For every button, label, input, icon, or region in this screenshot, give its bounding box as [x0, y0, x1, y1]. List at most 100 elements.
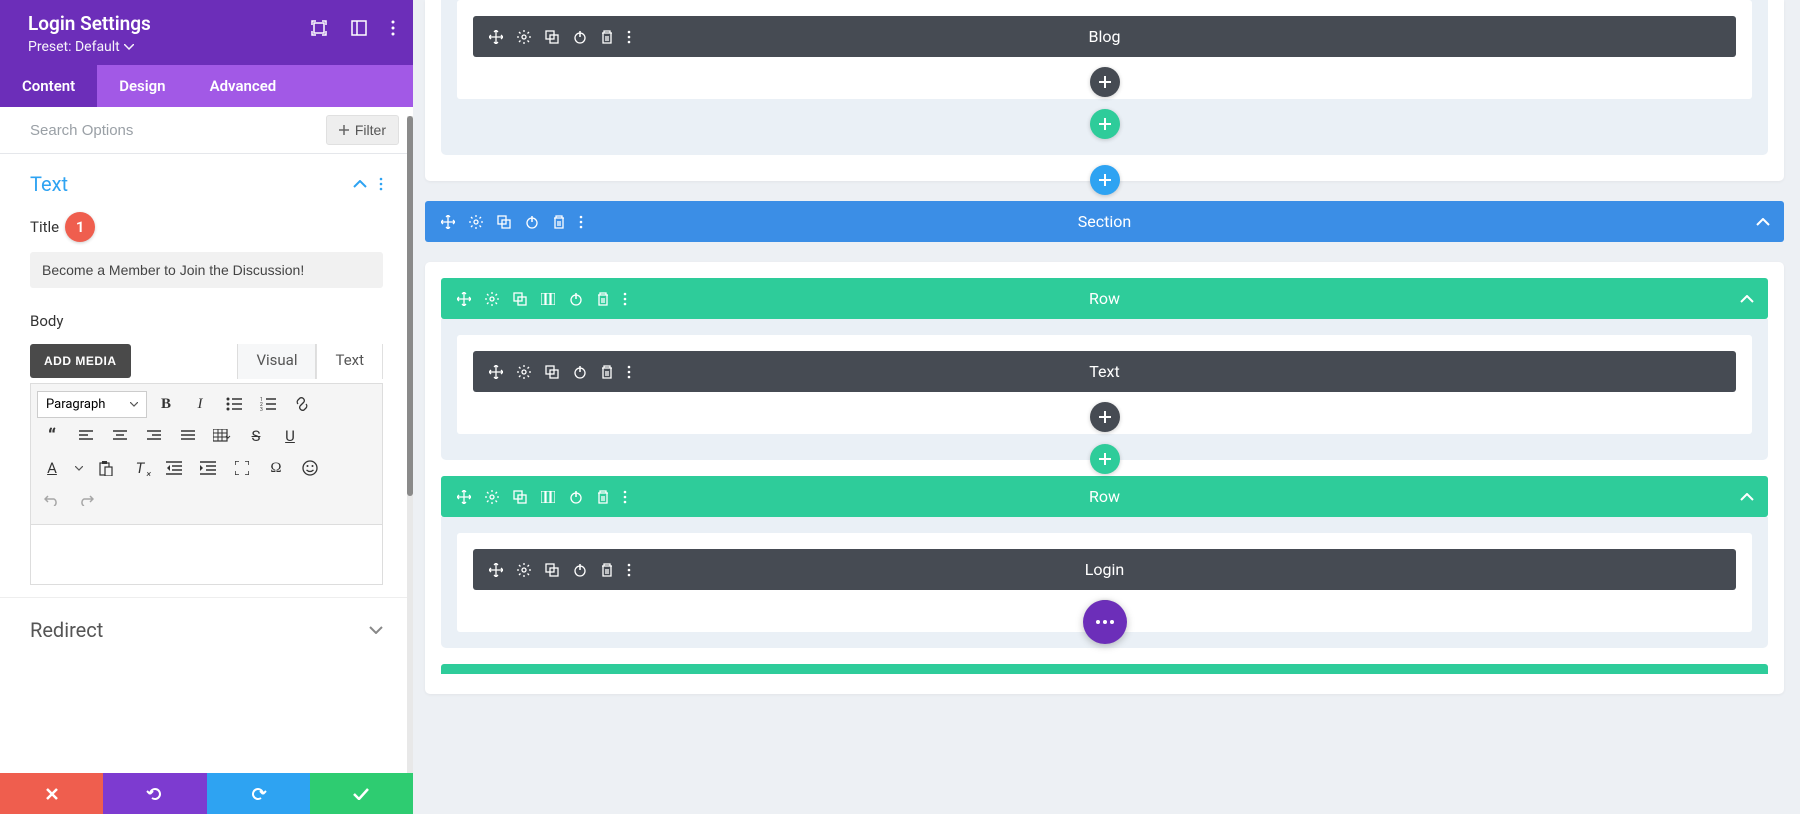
kebab-icon[interactable] — [627, 30, 631, 44]
outdent-icon[interactable] — [159, 454, 189, 482]
gear-icon[interactable] — [517, 365, 531, 379]
row-bar[interactable] — [441, 664, 1768, 674]
underline-icon[interactable]: U — [275, 422, 305, 450]
indent-icon[interactable] — [193, 454, 223, 482]
gear-icon[interactable] — [517, 30, 531, 44]
tab-design[interactable]: Design — [97, 65, 187, 107]
undo-button[interactable] — [103, 773, 206, 814]
dock-icon[interactable] — [351, 20, 367, 36]
columns-icon[interactable] — [541, 491, 555, 503]
kebab-icon[interactable] — [627, 563, 631, 577]
text-section-header[interactable]: Text — [0, 154, 413, 200]
trash-icon[interactable] — [601, 365, 613, 379]
duplicate-icon[interactable] — [545, 563, 559, 577]
kebab-icon[interactable] — [623, 490, 627, 504]
gear-icon[interactable] — [469, 215, 483, 229]
editor-tab-text[interactable]: Text — [316, 344, 383, 379]
paste-icon[interactable] — [91, 454, 121, 482]
align-left-icon[interactable] — [71, 422, 101, 450]
link-icon[interactable] — [287, 390, 317, 418]
module-bar-text[interactable]: Text — [473, 351, 1736, 392]
duplicate-icon[interactable] — [513, 490, 527, 504]
move-icon[interactable] — [457, 490, 471, 504]
power-icon[interactable] — [569, 490, 583, 504]
cancel-button[interactable] — [0, 773, 103, 814]
gear-icon[interactable] — [485, 292, 499, 306]
power-icon[interactable] — [573, 563, 587, 577]
kebab-icon[interactable] — [627, 365, 631, 379]
power-icon[interactable] — [573, 30, 587, 44]
add-module-button[interactable] — [1090, 67, 1120, 97]
add-module-button[interactable] — [1090, 402, 1120, 432]
save-button[interactable] — [310, 773, 413, 814]
paragraph-select[interactable]: Paragraph — [37, 391, 147, 418]
more-options-fab[interactable] — [1083, 600, 1127, 644]
redo-icon[interactable] — [71, 486, 101, 514]
power-icon[interactable] — [569, 292, 583, 306]
trash-icon[interactable] — [597, 490, 609, 504]
chevron-up-icon[interactable] — [1740, 295, 1754, 303]
add-row-button[interactable] — [1090, 109, 1120, 139]
gear-icon[interactable] — [517, 563, 531, 577]
power-icon[interactable] — [573, 365, 587, 379]
move-icon[interactable] — [489, 365, 503, 379]
power-icon[interactable] — [525, 215, 539, 229]
align-right-icon[interactable] — [139, 422, 169, 450]
trash-icon[interactable] — [553, 215, 565, 229]
special-char-icon[interactable]: Ω — [261, 454, 291, 482]
text-color-icon[interactable]: A — [37, 454, 67, 482]
italic-icon[interactable]: I — [185, 390, 215, 418]
emoji-icon[interactable] — [295, 454, 325, 482]
numbered-list-icon[interactable]: 123 — [253, 390, 283, 418]
add-media-button[interactable]: ADD MEDIA — [30, 344, 131, 378]
bold-icon[interactable]: B — [151, 390, 181, 418]
undo-icon[interactable] — [37, 486, 67, 514]
duplicate-icon[interactable] — [545, 365, 559, 379]
bullet-list-icon[interactable] — [219, 390, 249, 418]
title-input[interactable] — [30, 252, 383, 288]
body-editor[interactable] — [30, 525, 383, 585]
kebab-icon[interactable] — [379, 177, 383, 191]
filter-button[interactable]: Filter — [326, 115, 399, 145]
kebab-icon[interactable] — [391, 20, 395, 36]
move-icon[interactable] — [441, 215, 455, 229]
fullscreen-icon[interactable] — [227, 454, 257, 482]
move-icon[interactable] — [457, 292, 471, 306]
kebab-icon[interactable] — [623, 292, 627, 306]
editor-tab-visual[interactable]: Visual — [237, 344, 316, 379]
preset-selector[interactable]: Preset: Default — [28, 39, 385, 55]
tab-content[interactable]: Content — [0, 65, 97, 107]
clear-format-icon[interactable]: T× — [125, 454, 155, 482]
kebab-icon[interactable] — [579, 215, 583, 229]
duplicate-icon[interactable] — [497, 215, 511, 229]
columns-icon[interactable] — [541, 293, 555, 305]
search-input[interactable] — [30, 122, 326, 139]
move-icon[interactable] — [489, 563, 503, 577]
scrollbar-thumb[interactable] — [407, 116, 413, 496]
gear-icon[interactable] — [485, 490, 499, 504]
redirect-section-header[interactable]: Redirect — [0, 597, 413, 662]
quote-icon[interactable]: “ — [37, 422, 67, 450]
module-bar-login[interactable]: Login — [473, 549, 1736, 590]
align-justify-icon[interactable] — [173, 422, 203, 450]
chevron-up-icon[interactable] — [1756, 218, 1770, 226]
redo-button[interactable] — [207, 773, 310, 814]
add-row-button[interactable] — [1090, 444, 1120, 474]
chevron-up-icon[interactable] — [353, 180, 367, 188]
chevron-up-icon[interactable] — [1740, 493, 1754, 501]
expand-icon[interactable] — [311, 20, 327, 36]
move-icon[interactable] — [489, 30, 503, 44]
color-dropdown-icon[interactable] — [71, 454, 87, 482]
trash-icon[interactable] — [597, 292, 609, 306]
align-center-icon[interactable] — [105, 422, 135, 450]
row-bar[interactable]: Row — [441, 476, 1768, 517]
module-bar-blog[interactable]: Blog — [473, 16, 1736, 57]
tab-advanced[interactable]: Advanced — [188, 65, 299, 107]
section-bar[interactable]: Section — [425, 201, 1784, 242]
strikethrough-icon[interactable]: S — [241, 422, 271, 450]
row-bar[interactable]: Row — [441, 278, 1768, 319]
duplicate-icon[interactable] — [513, 292, 527, 306]
duplicate-icon[interactable] — [545, 30, 559, 44]
trash-icon[interactable] — [601, 563, 613, 577]
table-icon[interactable] — [207, 422, 237, 450]
